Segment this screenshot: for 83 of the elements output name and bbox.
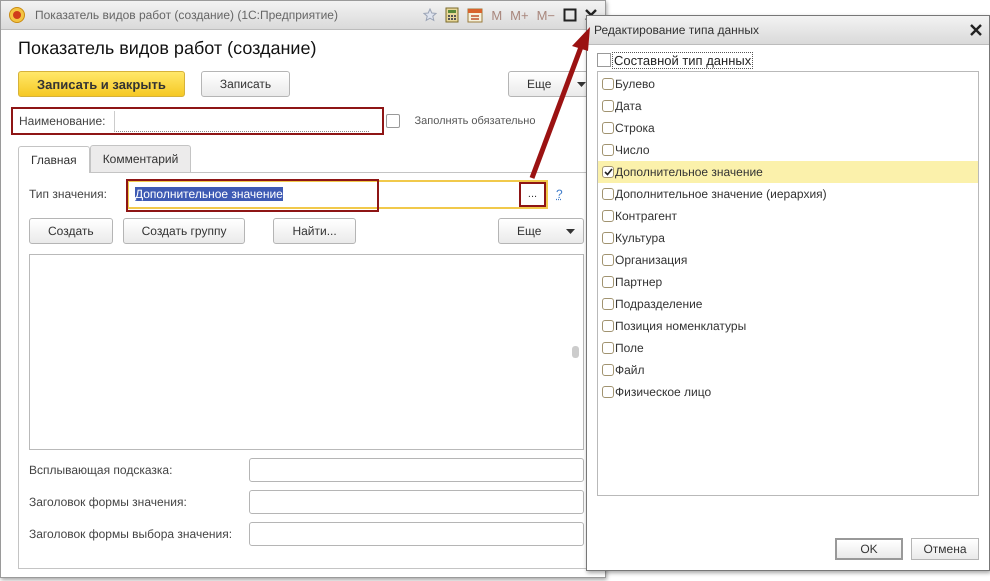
list-item[interactable]: Булево (598, 73, 978, 95)
more-button[interactable]: Еще (498, 218, 584, 244)
list-item[interactable]: Поле (598, 337, 978, 359)
item-label: Физическое лицо (615, 385, 712, 399)
item-label: Дата (615, 99, 642, 113)
checkbox[interactable] (602, 342, 614, 354)
checkbox[interactable] (602, 276, 614, 288)
item-label: Культура (615, 231, 665, 245)
list-item[interactable]: Контрагент (598, 205, 978, 227)
list-item[interactable]: Дополнительное значение (598, 161, 978, 183)
list-item[interactable]: Файл (598, 359, 978, 381)
item-label: Позиция номенклатуры (615, 319, 746, 333)
item-label: Булево (615, 77, 655, 91)
calculator-icon[interactable] (445, 7, 460, 23)
list-item[interactable]: Подразделение (598, 293, 978, 315)
item-label: Поле (615, 341, 644, 355)
calendar-icon[interactable] (467, 7, 484, 23)
checkbox[interactable] (602, 188, 614, 200)
create-button[interactable]: Создать (29, 218, 113, 244)
field-label: Тип значения: (29, 187, 108, 201)
text-field[interactable] (249, 522, 584, 546)
field-label: Заголовок формы выбора значения: (29, 527, 234, 541)
checkbox[interactable] (602, 298, 614, 310)
checkbox-label: Заполнять обязательно (414, 115, 536, 127)
cancel-button[interactable]: Отмена (911, 538, 979, 560)
checkbox[interactable] (597, 53, 611, 67)
checkbox[interactable] (602, 210, 614, 222)
item-label: Дополнительное значение (иерархия) (615, 187, 827, 201)
tab[interactable]: Главная (18, 146, 90, 173)
help-link[interactable]: ? (556, 187, 563, 201)
list-item[interactable]: Строка (598, 117, 978, 139)
caret-icon[interactable] (577, 82, 586, 86)
field-label: Всплывающая подсказка: (29, 463, 174, 477)
list-item[interactable]: Дополнительное значение (иерархия) (598, 183, 978, 205)
item-label: Дополнительное значение (615, 165, 763, 179)
ok-button[interactable]: OK (835, 538, 903, 560)
save-button[interactable]: Записать (200, 71, 290, 97)
item-label: Число (615, 143, 650, 157)
text-field[interactable] (249, 490, 584, 514)
checkbox[interactable] (386, 114, 400, 128)
checkbox[interactable] (602, 320, 614, 332)
dialog-title: Редактирование типа данных (594, 23, 760, 37)
item-label: Подразделение (615, 297, 702, 311)
star-icon[interactable] (423, 8, 438, 22)
window-title: Показатель видов работ (создание) (1С:Предприятие) (35, 8, 338, 22)
select-button[interactable]: ... (519, 182, 546, 206)
checkbox[interactable] (602, 100, 614, 112)
create-group-button[interactable]: Создать группу (122, 218, 246, 244)
list-item[interactable]: Организация (598, 249, 978, 271)
checkbox[interactable] (602, 232, 614, 244)
list-item[interactable]: Культура (598, 227, 978, 249)
item-label: Контрагент (615, 209, 678, 223)
maximize-icon[interactable] (563, 8, 577, 22)
checkbox-label: Составной тип данных (612, 52, 754, 68)
list-item[interactable]: Дата (598, 95, 978, 117)
item-label: Партнер (615, 275, 662, 289)
checkbox[interactable] (602, 386, 614, 398)
scrollbar-thumb[interactable] (572, 346, 579, 358)
text-field[interactable] (249, 458, 584, 482)
item-label: Организация (615, 253, 688, 267)
item-label: Строка (615, 121, 655, 135)
find-button[interactable]: Найти... (273, 218, 356, 244)
close-icon[interactable] (970, 24, 982, 36)
name-field[interactable] (114, 110, 369, 132)
list-item[interactable]: Число (598, 139, 978, 161)
list-item[interactable]: Физическое лицо (598, 381, 978, 403)
list-item[interactable]: Партнер (598, 271, 978, 293)
field-label: Заголовок формы значения: (29, 495, 188, 509)
checkbox[interactable] (602, 144, 614, 156)
field-label: Наименование: (19, 114, 106, 128)
form-heading: Показатель видов работ (создание) (18, 38, 318, 59)
tab[interactable]: Комментарий (90, 145, 192, 172)
list-item[interactable]: Позиция номенклатуры (598, 315, 978, 337)
checkbox[interactable] (602, 364, 614, 376)
item-label: Файл (615, 363, 645, 377)
checkbox[interactable] (602, 78, 614, 90)
caret-icon[interactable] (566, 228, 575, 234)
selected-text: Дополнительное значение (135, 187, 283, 201)
checkbox[interactable] (602, 166, 614, 178)
checkbox[interactable] (602, 254, 614, 266)
checkbox[interactable] (602, 122, 614, 134)
app-logo-icon[interactable] (9, 7, 25, 23)
save-close-button[interactable]: Записать и закрыть (18, 71, 185, 97)
